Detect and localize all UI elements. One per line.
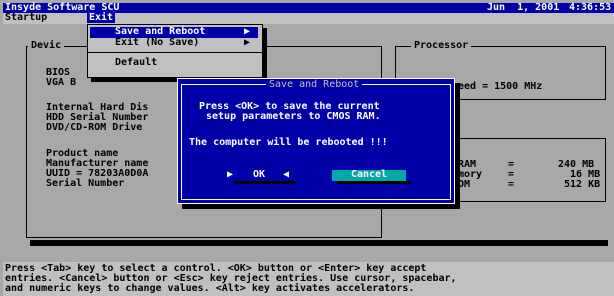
cpu-speed: eed = 1500 MHz <box>458 81 543 92</box>
menu-item-exit-no-save[interactable]: Exit (No Save) <box>115 38 199 48</box>
device-panel-title: Devic <box>28 41 65 51</box>
dialog-message-line-3: The computer will be rebooted !!! <box>189 137 388 148</box>
ok-label: OK <box>253 169 266 180</box>
focus-right-arrow-icon: ▶ <box>227 169 234 180</box>
serial-number-label: Serial Number <box>46 178 125 189</box>
rom-value: 512 KB <box>564 179 601 190</box>
menu-bar: Startup Exit <box>3 13 614 24</box>
ok-button-shadow <box>234 181 296 184</box>
save-reboot-dialog: Save and Reboot Press <OK> to save the c… <box>177 78 455 204</box>
ok-button[interactable]: ▶ OK ◀ <box>227 170 293 181</box>
date-readout: Jun 1, 2001 <box>487 2 560 13</box>
focus-left-arrow-icon: ◀ <box>283 169 290 180</box>
cancel-label: Cancel <box>350 169 388 180</box>
exit-dropdown-menu: Save and Reboot ▶ Exit (No Save) ▶ Defau… <box>87 24 263 78</box>
menu-item-default[interactable]: Default <box>115 58 157 68</box>
dialog-message-line-2: setup parameters to CMOS RAM. <box>206 111 381 122</box>
submenu-arrow-icon: ▶ <box>244 26 251 37</box>
menu-divider <box>88 52 262 53</box>
cancel-button-shadow <box>337 181 411 184</box>
menu-startup[interactable]: Startup <box>5 13 47 23</box>
status-help-area: Press <Tab> key to select a control. <OK… <box>3 262 614 296</box>
dialog-title: Save and Reboot <box>266 80 363 90</box>
cancel-button[interactable]: Cancel <box>332 170 406 181</box>
panel-shadow-bar <box>30 240 608 246</box>
status-line-3: and numeric keys to change values. <Alt>… <box>5 283 415 294</box>
menu-exit[interactable]: Exit <box>87 13 116 23</box>
save-and-reboot-label: Save and Reboot <box>115 26 206 37</box>
submenu-arrow-icon: ▶ <box>244 37 251 48</box>
rom-label: OM <box>458 179 471 190</box>
dvd-drive-label: DVD/CD-ROM Drive <box>46 122 143 133</box>
rom-eq: = <box>508 179 515 190</box>
processor-panel-title: Processor <box>411 41 472 51</box>
time-readout: 4:36:53 <box>569 2 612 13</box>
vga-label: VGA B <box>46 77 77 88</box>
